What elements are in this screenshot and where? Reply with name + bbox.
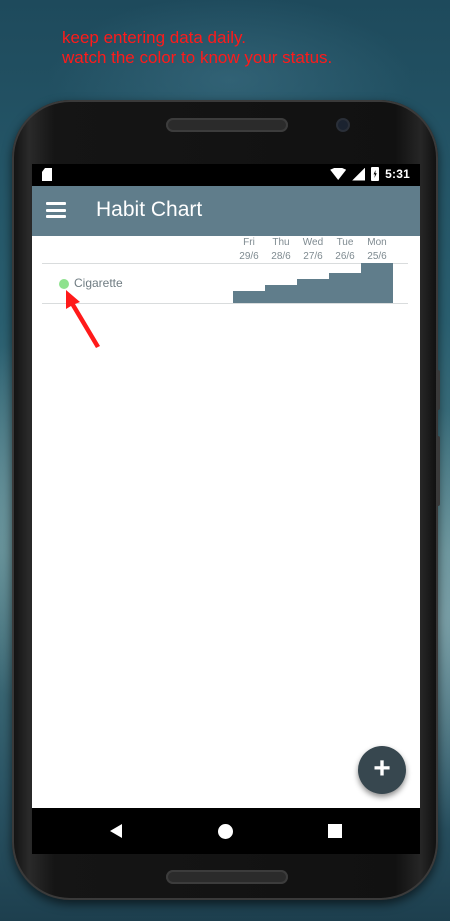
header-divider [42,263,408,264]
menu-icon[interactable] [46,202,66,218]
volume-button [436,370,440,410]
habit-bar-wed [297,279,329,303]
plus-icon: + [373,752,391,785]
app-bar: Habit Chart [32,186,420,236]
annotation-arrow [66,290,100,348]
day-header-mon: Mon 25/6 [367,237,387,262]
power-button [436,436,440,506]
habit-bar-tue [329,273,361,303]
annotation-line-1: keep entering data daily. [62,28,246,47]
front-camera [338,120,348,130]
recent-apps-icon[interactable] [328,824,342,838]
status-bar: 5:31 [32,164,420,186]
app-title: Habit Chart [96,198,203,221]
app-screen: 5:31 Habit Chart Fri 29/6 Thu 28/6 Wed 2… [32,164,420,808]
habit-bar-fri [233,291,265,303]
bottom-speaker [166,870,288,884]
day-header-thu: Thu 28/6 [271,237,291,262]
navigation-bar [32,808,420,854]
day-header-fri: Fri 29/6 [239,237,259,262]
day-header-tue: Tue 26/6 [335,237,355,262]
home-icon[interactable] [218,824,233,839]
back-icon[interactable] [110,824,122,838]
habit-bar-thu [265,285,297,303]
annotation-caption: keep entering data daily. watch the colo… [62,28,442,68]
add-habit-button[interactable]: + [358,746,406,794]
status-time: 5:31 [385,167,410,181]
battery-charging-icon [371,167,380,181]
habit-bar-mon [361,263,393,303]
sd-card-icon [42,168,52,181]
wifi-icon [330,168,347,180]
annotation-line-2: watch the color to know your status. [62,48,333,67]
day-header-wed: Wed 27/6 [302,237,324,262]
earpiece-speaker [166,118,288,132]
signal-icon [352,167,366,181]
